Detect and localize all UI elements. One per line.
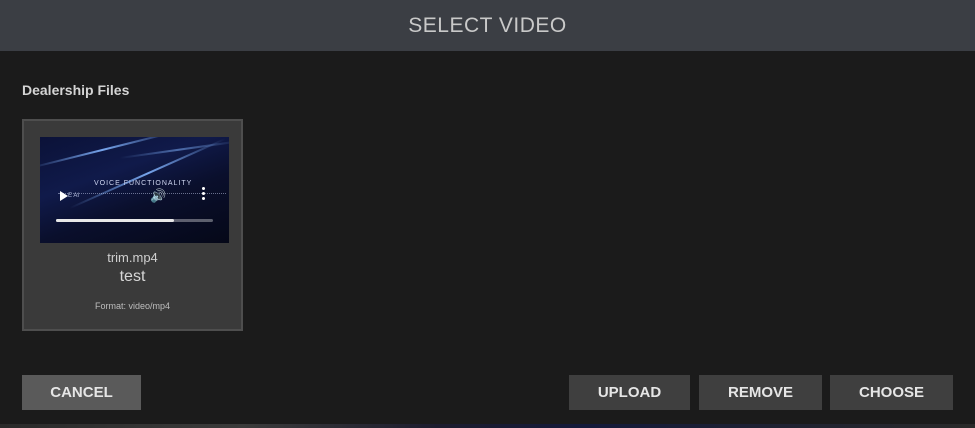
cancel-button[interactable]: CANCEL <box>22 375 141 410</box>
video-progress-fill <box>56 219 174 222</box>
thumbnail-subcaption: E AI <box>68 193 80 199</box>
choose-button[interactable]: CHOOSE <box>830 375 953 410</box>
thumbnail-caption: VOICE FUNCTIONALITY <box>94 180 193 187</box>
file-card[interactable]: VOICE FUNCTIONALITY E AI 🔊 trim.mp4 test… <box>22 119 243 331</box>
more-vertical-icon[interactable] <box>202 187 206 202</box>
file-format: Format: video/mp4 <box>94 301 171 311</box>
volume-icon[interactable]: 🔊 <box>150 188 166 204</box>
play-icon[interactable] <box>60 191 68 201</box>
remove-button[interactable]: REMOVE <box>699 375 822 410</box>
thumbnail-streak <box>119 140 229 159</box>
video-thumbnail[interactable]: VOICE FUNCTIONALITY E AI 🔊 <box>40 137 229 243</box>
file-name: trim.mp4 <box>107 250 158 265</box>
dialog-header: SELECT VIDEO <box>0 0 975 51</box>
select-video-dialog: SELECT VIDEO Dealership Files VOICE FUNC… <box>0 0 975 428</box>
video-progress-bar[interactable] <box>56 219 213 222</box>
background-strip <box>0 424 975 428</box>
upload-button[interactable]: UPLOAD <box>569 375 690 410</box>
dialog-title: SELECT VIDEO <box>408 13 567 37</box>
file-title: test <box>119 268 146 285</box>
section-label: Dealership Files <box>22 82 130 98</box>
